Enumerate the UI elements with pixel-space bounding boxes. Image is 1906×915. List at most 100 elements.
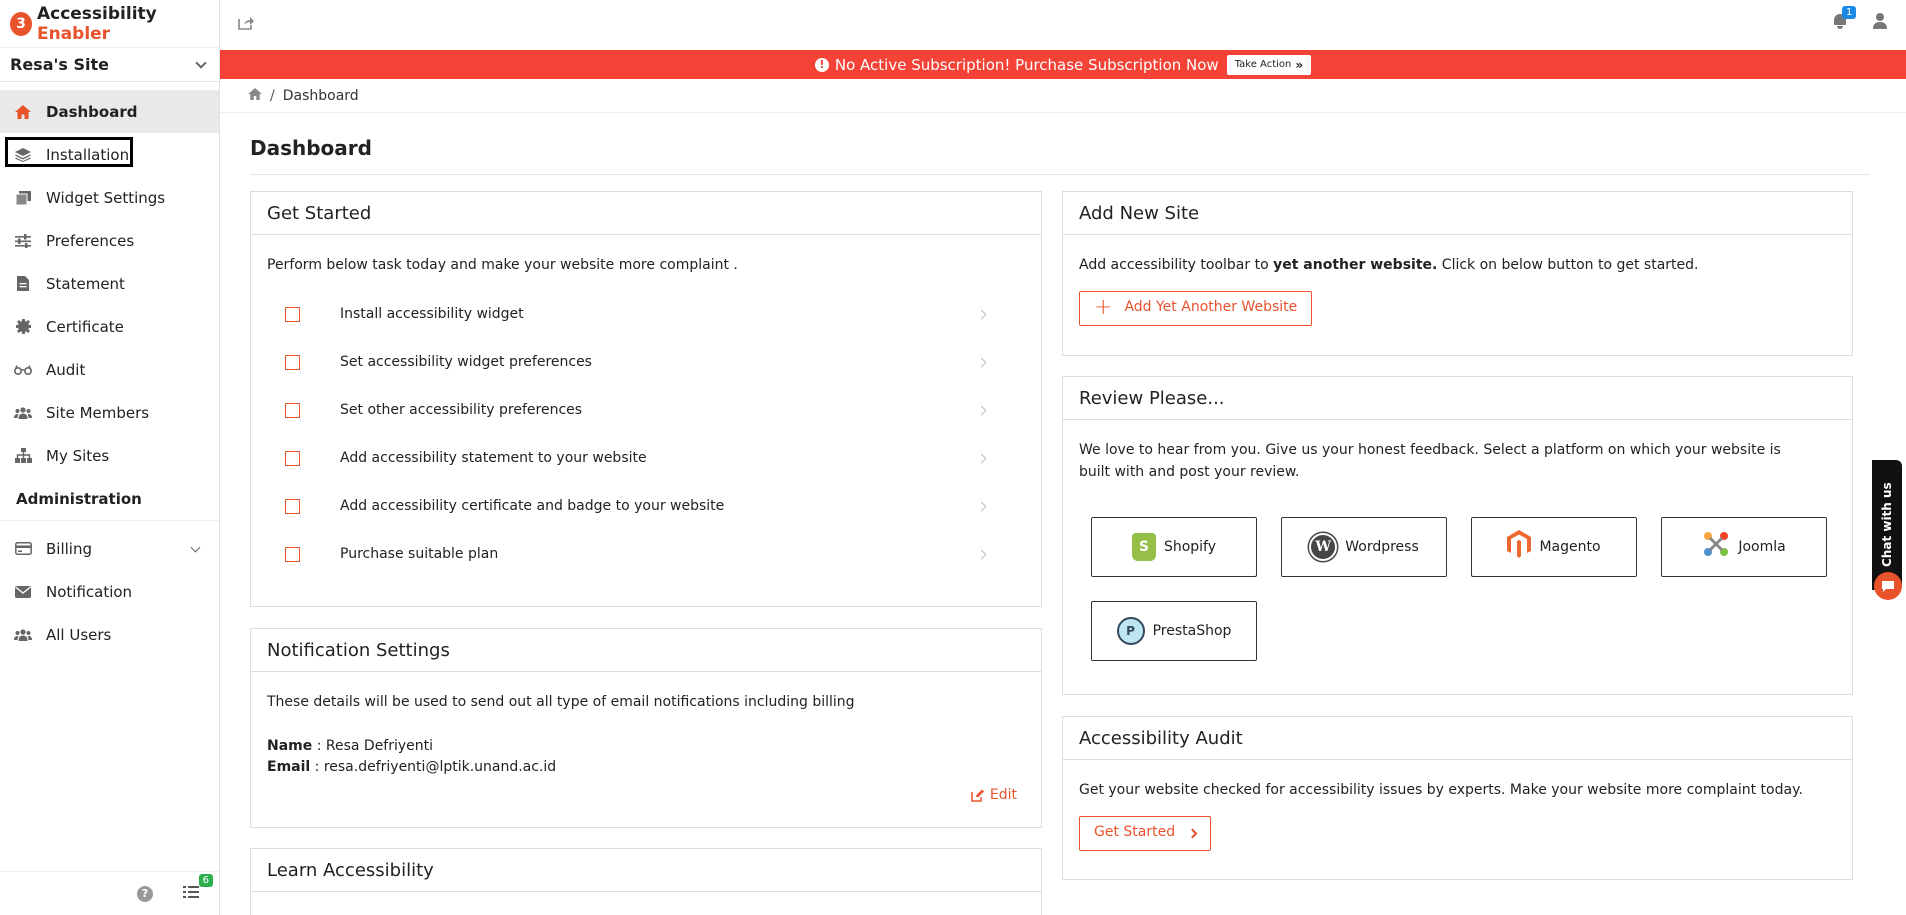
chevron-right-icon <box>976 357 987 368</box>
card-title: Learn Accessibility <box>251 849 1041 892</box>
sidebar-nav: Dashboard Installation Widget Settings P… <box>0 90 219 477</box>
sidebar-item-site-members[interactable]: Site Members <box>0 391 219 434</box>
sidebar-item-label: Audit <box>46 360 86 379</box>
sidebar-item-certificate[interactable]: Certificate <box>0 305 219 348</box>
add-site-text: Add accessibility toolbar to yet another… <box>1079 257 1699 273</box>
logo[interactable]: 3 Accessibility Enabler <box>0 0 219 48</box>
wordpress-icon: W <box>1309 533 1338 562</box>
sidebar-item-label: Billing <box>46 539 92 558</box>
sidebar-item-notification[interactable]: Notification <box>0 570 219 613</box>
sidebar-item-audit[interactable]: Audit <box>0 348 219 391</box>
card-title: Accessibility Audit <box>1063 717 1852 760</box>
share-icon[interactable] <box>238 15 254 34</box>
chat-bubble-icon[interactable] <box>1874 572 1902 600</box>
sidebar-item-preferences[interactable]: Preferences <box>0 219 219 262</box>
exclamation-icon: ! <box>814 57 829 72</box>
audit-text: Get your website checked for accessibili… <box>1079 782 1803 798</box>
focus-outline <box>5 137 133 167</box>
task-checkbox[interactable] <box>285 403 300 419</box>
get-started-button[interactable]: Get Started <box>1079 815 1212 851</box>
sidebar-item-label: My Sites <box>46 446 110 465</box>
take-action-button[interactable]: Take Action » <box>1226 54 1312 75</box>
admin-heading: Administration <box>0 477 219 521</box>
card-title: Add New Site <box>1063 192 1852 235</box>
review-text: We love to hear from you. Give us your h… <box>1079 442 1781 480</box>
notification-settings-card: Notification Settings These details will… <box>250 628 1042 828</box>
admin-nav: Billing Notification All Users <box>0 527 219 656</box>
task-checkbox[interactable] <box>285 499 300 515</box>
joomla-icon <box>1702 530 1730 566</box>
sidebar-item-billing[interactable]: Billing <box>0 527 219 570</box>
card-body: We love to hear from you. Give us your h… <box>1063 420 1852 677</box>
chevron-down-icon <box>190 542 201 553</box>
add-new-site-card: Add New Site Add accessibility toolbar t… <box>1062 191 1853 356</box>
card-body: These details will be used to send out a… <box>251 672 1041 795</box>
add-website-button[interactable]: + Add Yet Another Website <box>1079 290 1313 326</box>
sitemap-icon <box>14 448 32 464</box>
task-checkbox[interactable] <box>285 355 300 371</box>
alert-text: No Active Subscription! Purchase Subscri… <box>834 55 1219 74</box>
prestashop-button[interactable]: P PrestaShop <box>1091 601 1257 662</box>
sidebar-item-dashboard[interactable]: Dashboard <box>0 90 219 133</box>
task-item[interactable]: Install accessibility widget <box>267 291 1025 339</box>
home-icon[interactable] <box>248 87 262 104</box>
topbar-actions: 1 <box>1832 6 1888 30</box>
sidebar-item-installation[interactable]: Installation <box>0 133 219 176</box>
topbar: 1 <box>220 0 1906 48</box>
edit-button[interactable]: Edit <box>971 787 1017 803</box>
card-title: Get Started <box>251 192 1041 235</box>
learn-accessibility-card: Learn Accessibility <box>250 848 1042 915</box>
sidebar-item-all-users[interactable]: All Users <box>0 613 219 656</box>
get-started-card: Get Started Perform below task today and… <box>250 191 1042 607</box>
certificate-icon <box>14 319 32 335</box>
chevron-right-icon <box>976 549 987 560</box>
joomla-button[interactable]: Joomla <box>1661 517 1827 578</box>
site-selector[interactable]: Resa's Site <box>0 48 219 82</box>
task-item[interactable]: Purchase suitable plan <box>267 531 1025 579</box>
title-divider <box>250 174 1870 175</box>
name-row: Name : Resa Defriyenti <box>267 737 434 754</box>
tasks-icon[interactable]: 6 <box>183 874 213 903</box>
shopify-button[interactable]: S Shopify <box>1091 517 1257 578</box>
home-icon <box>14 104 32 120</box>
document-icon <box>14 276 32 292</box>
widget-icon <box>14 190 32 206</box>
bell-icon[interactable]: 1 <box>1832 6 1857 30</box>
card-title: Notification Settings <box>251 629 1041 672</box>
chevron-right-icon <box>1187 828 1198 839</box>
sidebar-item-my-sites[interactable]: My Sites <box>0 434 219 477</box>
get-started-intro: Perform below task today and make your w… <box>267 257 738 273</box>
task-checkbox[interactable] <box>285 451 300 467</box>
sliders-icon <box>14 233 32 249</box>
sidebar-item-label: Widget Settings <box>46 188 166 207</box>
task-item[interactable]: Add accessibility certificate and badge … <box>267 483 1025 531</box>
user-icon[interactable] <box>1872 12 1888 30</box>
envelope-icon <box>14 584 32 600</box>
sidebar-item-widget-settings[interactable]: Widget Settings <box>0 176 219 219</box>
sidebar-item-label: Site Members <box>46 403 150 422</box>
chevron-right-icon <box>976 309 987 320</box>
page-title: Dashboard <box>250 136 372 160</box>
wordpress-button[interactable]: W Wordpress <box>1281 517 1447 578</box>
task-checkbox[interactable] <box>285 307 300 323</box>
card-title: Review Please... <box>1063 377 1852 420</box>
magento-button[interactable]: Magento <box>1471 517 1637 578</box>
users-icon <box>14 405 32 421</box>
plus-icon: + <box>1094 295 1113 321</box>
help-icon[interactable]: ? <box>137 885 153 902</box>
chat-with-us-tab[interactable]: Chat with us <box>1872 460 1902 590</box>
task-item[interactable]: Set other accessibility preferences <box>267 387 1025 435</box>
task-checkbox[interactable] <box>285 547 300 563</box>
email-value: resa.defriyenti@lptik.unand.ac.id <box>323 759 557 776</box>
chevron-down-icon <box>195 56 207 69</box>
breadcrumb-current: Dashboard <box>282 87 359 104</box>
sidebar-item-label: Dashboard <box>46 102 138 121</box>
email-row: Email : resa.defriyenti@lptik.unand.ac.i… <box>267 759 557 776</box>
task-item[interactable]: Set accessibility widget preferences <box>267 339 1025 387</box>
sidebar-item-statement[interactable]: Statement <box>0 262 219 305</box>
brand-name: Accessibility Enabler <box>36 3 157 44</box>
prestashop-icon: P <box>1116 617 1145 646</box>
breadcrumb: / Dashboard <box>220 79 1906 113</box>
task-item[interactable]: Add accessibility statement to your webs… <box>267 435 1025 483</box>
site-name: Resa's Site <box>10 55 109 74</box>
